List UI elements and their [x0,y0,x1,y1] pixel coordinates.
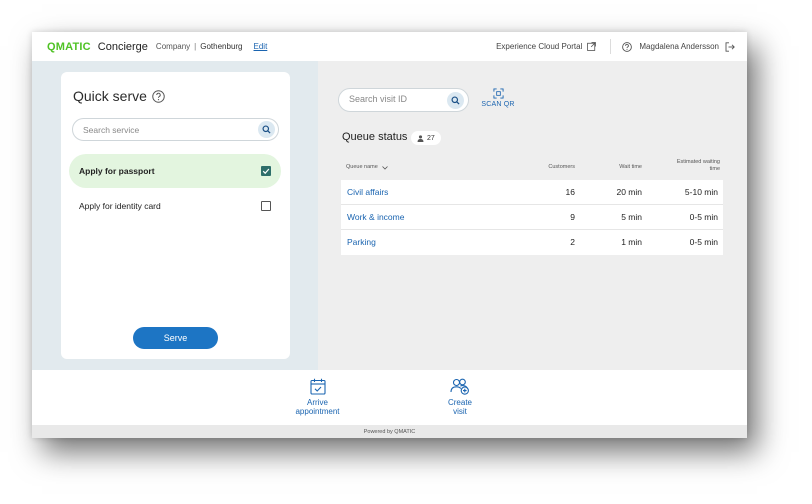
column-estimated-waiting-time: Estimated waiting time [677,159,720,173]
scan-qr-label: SCAN QR [481,101,515,108]
service-item-passport[interactable]: Apply for passport [69,154,281,188]
queue-wait-time: 1 min [621,237,642,247]
table-row[interactable]: Civil affairs 16 20 min 5-10 min [341,180,723,205]
queue-table-header: Queue name Customers Wait time Estimated… [341,159,723,179]
column-label-line1: Estimated waiting [676,159,720,165]
search-icon [451,96,460,105]
qr-scan-icon [492,88,504,99]
create-visit-label: Create visit [448,398,472,416]
portal-label: Experience Cloud Portal [496,42,583,51]
search-icon [262,125,271,134]
bottom-action-bar: Arrive appointment Create visit [32,370,747,425]
column-customers: Customers [548,164,575,170]
company-label: Company [155,42,191,51]
queue-count: 27 [427,134,435,142]
service-search-button[interactable] [258,121,275,138]
queue-estimated-time: 0-5 min [689,212,718,222]
action-label-line2: visit [453,407,467,416]
top-bar: QMATIC Concierge Company | Gothenburg Ed… [32,32,747,61]
table-row[interactable]: Work & income 9 5 min 0-5 min [341,205,723,230]
add-people-icon [450,378,469,395]
quick-serve-card: Quick serve Apply for passport [61,72,290,359]
serve-button[interactable]: Serve [133,327,218,349]
help-button[interactable] [622,41,633,52]
action-label-line1: Arrive [307,398,328,407]
visit-search-input[interactable] [349,94,444,104]
chevron-down-icon [382,165,388,170]
queue-customers: 16 [565,187,575,197]
service-search-field [72,118,279,141]
queue-wait-time: 20 min [616,187,642,197]
header-divider [610,39,612,54]
queue-wait-time: 5 min [621,212,642,222]
experience-cloud-portal-link[interactable]: Experience Cloud Portal [496,42,597,51]
user-name[interactable]: Magdalena Andersson [639,42,719,51]
edit-company-link[interactable]: Edit [254,42,268,51]
footer: Powered by QMATIC [32,425,747,438]
quick-serve-title-text: Quick serve [73,88,147,104]
queue-status-title: Queue status [342,131,408,143]
visit-search-button[interactable] [447,92,464,109]
visit-search-field [338,88,469,112]
calendar-check-icon [309,378,326,395]
queue-name[interactable]: Civil affairs [347,187,388,197]
column-wait-time: Wait time [619,164,642,170]
app-name: Concierge [97,40,148,53]
queue-name[interactable]: Parking [347,237,376,247]
service-checkbox-checked[interactable] [261,166,271,176]
company-value: Gothenburg [200,42,243,51]
queue-estimated-time: 0-5 min [689,237,718,247]
quick-serve-title: Quick serve [73,88,165,104]
powered-by-text: Powered by QMATIC [363,428,416,435]
service-search-input[interactable] [83,124,243,135]
service-checkbox[interactable] [261,201,271,211]
external-link-icon [587,42,597,51]
service-label: Apply for passport [79,166,155,176]
logout-icon [725,41,735,52]
column-queue-name[interactable]: Queue name [346,164,388,171]
action-label-line1: Create [447,398,472,407]
table-row[interactable]: Parking 2 1 min 0-5 min [341,230,723,255]
checkmark-icon [262,168,270,175]
arrive-appointment-label: Arrive appointment [295,398,339,416]
queue-customers: 9 [570,212,575,222]
help-icon [622,41,633,52]
company-separator: | [194,42,197,51]
service-item-identity-card[interactable]: Apply for identity card [69,189,281,223]
person-icon [417,134,424,142]
scan-qr-button[interactable]: SCAN QR [478,88,518,114]
column-label: Queue name [346,164,378,170]
arrive-appointment-button[interactable]: Arrive appointment [290,378,345,416]
queue-name[interactable]: Work & income [347,212,404,222]
help-icon[interactable] [152,89,165,103]
top-right-area: Experience Cloud Portal Magdalena Anders… [496,32,747,61]
queue-customers: 2 [570,237,575,247]
service-label: Apply for identity card [79,201,161,211]
queue-count-badge: 27 [411,131,441,145]
create-visit-button[interactable]: Create visit [438,378,482,416]
logout-button[interactable] [725,41,735,52]
action-label-line2: appointment [295,407,340,416]
qmatic-logo[interactable]: QMATIC [47,41,91,53]
app-window: QMATIC Concierge Company | Gothenburg Ed… [32,32,747,438]
column-label-line2: time [709,166,720,172]
queue-estimated-time: 5-10 min [684,187,718,197]
